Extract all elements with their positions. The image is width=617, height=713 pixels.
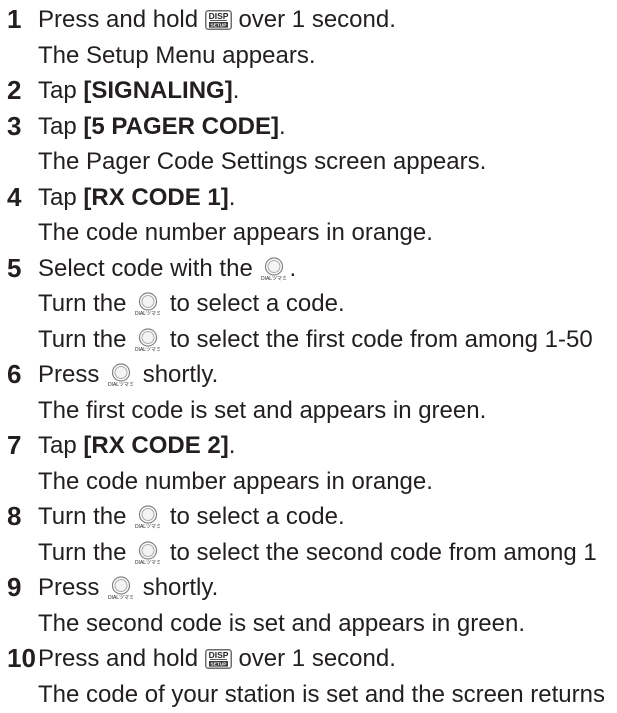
instruction-text: to select a code. — [169, 290, 345, 317]
result-text: The code number appears in orange. — [38, 219, 433, 246]
disp-setup-key-icon: DISP SETUP — [204, 10, 232, 30]
dial-knob-icon: DIALツマミ — [106, 576, 136, 601]
instruction-text: Tap — [38, 77, 77, 104]
result-text: The Pager Code Settings screen appears. — [38, 148, 487, 175]
instruction-text: to select the second code from among 1 — [169, 538, 597, 566]
dial-caption: DIALツマミ — [261, 276, 287, 282]
step-7: 7 Tap [RX CODE 2]. The code number appea… — [0, 428, 617, 499]
result-text: The first code is set and appears in gre… — [38, 396, 487, 424]
menu-item-label: [RX CODE 1] — [83, 183, 229, 211]
disp-setup-key-icon: DISP SETUP — [204, 649, 232, 669]
step-instruction: Press and hold DISP SETUP over 1 second. — [0, 641, 617, 677]
step-5: 5 Select code with the DIALツマミ. Turn the… — [0, 251, 617, 358]
dial-caption: DIALツマミ — [135, 311, 161, 317]
step-instruction: Tap [RX CODE 1]. — [0, 180, 617, 216]
instruction-page: 1 Press and hold DISP SETUP over 1 second… — [0, 0, 617, 713]
instruction-text: Press and hold — [38, 645, 199, 672]
disp-key-label: DISP — [208, 650, 228, 660]
setup-key-label: SETUP — [210, 662, 227, 668]
instruction-text: . — [232, 77, 240, 104]
step-3: 3 Tap [5 PAGER CODE]. The Pager Code Set… — [0, 109, 617, 180]
menu-item-label: [SIGNALING] — [83, 77, 233, 104]
dial-caption: DIALツマミ — [108, 382, 134, 388]
dial-caption: DIALツマミ — [108, 595, 134, 601]
instruction-text: Tap — [38, 183, 77, 211]
dial-knob-icon: DIALツマミ — [133, 505, 163, 530]
menu-item-label: [5 PAGER CODE] — [83, 112, 279, 140]
menu-item-label: [RX CODE 2] — [83, 432, 229, 459]
instruction-text: Turn the — [38, 503, 127, 530]
instruction-text: Turn the — [38, 538, 127, 566]
instruction-text: Select code with the — [38, 254, 253, 282]
instruction-text: . — [228, 432, 236, 459]
step-result: The first code is set and appears in gre… — [0, 393, 617, 429]
step-instruction: Select code with the DIALツマミ. — [0, 251, 617, 287]
instruction-text: shortly. — [142, 361, 219, 388]
step-instruction: Turn the DIALツマミ to select a code. — [0, 286, 617, 322]
dial-caption: DIALツマミ — [135, 560, 161, 566]
step-instruction: Press and hold DISP SETUP over 1 second. — [0, 2, 617, 38]
instruction-text: Press — [38, 361, 100, 388]
step-result: The Pager Code Settings screen appears. — [0, 144, 617, 180]
instruction-text: shortly. — [142, 574, 219, 601]
step-instruction: Tap [RX CODE 2]. — [0, 428, 617, 464]
step-instruction: Turn the DIALツマミ to select a code. — [0, 499, 617, 535]
result-text: The second code is set and appears in gr… — [38, 609, 525, 637]
step-instruction: Turn the DIALツマミ to select the second co… — [0, 535, 617, 571]
step-result: The code number appears in orange. — [0, 464, 617, 500]
dial-knob-icon: DIALツマミ — [106, 363, 136, 388]
result-text: The Setup Menu appears. — [38, 41, 316, 69]
dial-knob-icon: DIALツマミ — [259, 256, 289, 282]
step-result: The code of your station is set and the … — [0, 677, 617, 713]
step-instruction: Press DIALツマミ shortly. — [0, 357, 617, 393]
step-4: 4 Tap [RX CODE 1]. The code number appea… — [0, 180, 617, 251]
dial-knob-icon: DIALツマミ — [133, 540, 163, 566]
dial-knob-icon: DIALツマミ — [133, 292, 163, 317]
instruction-text: . — [228, 183, 236, 211]
dial-caption: DIALツマミ — [135, 347, 161, 353]
setup-key-label: SETUP — [210, 23, 227, 29]
step-result: The code number appears in orange. — [0, 215, 617, 251]
step-9: 9 Press DIALツマミ shortly. The second code… — [0, 570, 617, 641]
instruction-text: Press — [38, 574, 100, 601]
step-instruction: Tap [SIGNALING]. — [0, 73, 617, 109]
step-instruction: Turn the DIALツマミ to select the first cod… — [0, 322, 617, 358]
step-instruction: Press DIALツマミ shortly. — [0, 570, 617, 606]
dial-knob-icon: DIALツマミ — [133, 327, 163, 353]
step-8: 8 Turn the DIALツマミ to select a code. Tur… — [0, 499, 617, 570]
dial-caption: DIALツマミ — [135, 524, 161, 530]
instruction-text: . — [289, 254, 297, 282]
instruction-text: over 1 second. — [238, 6, 396, 33]
result-text: The code of your station is set and the … — [38, 680, 605, 708]
step-6: 6 Press DIALツマミ shortly. The first code … — [0, 357, 617, 428]
instruction-text: to select a code. — [169, 503, 345, 530]
instruction-text: Press and hold — [38, 6, 199, 33]
instruction-text: to select the first code from among 1-50 — [169, 325, 593, 353]
step-10: 10 Press and hold DISP SETUP over 1 secon… — [0, 641, 617, 712]
instruction-text: . — [278, 112, 286, 140]
step-instruction: Tap [5 PAGER CODE]. — [0, 109, 617, 145]
step-1: 1 Press and hold DISP SETUP over 1 second… — [0, 2, 617, 73]
step-result: The Setup Menu appears. — [0, 38, 617, 74]
instruction-text: Tap — [38, 432, 77, 459]
step-2: 2 Tap [SIGNALING]. — [0, 73, 617, 109]
step-result: The second code is set and appears in gr… — [0, 606, 617, 642]
instruction-text: Turn the — [38, 290, 127, 317]
result-text: The code number appears in orange. — [38, 467, 433, 495]
instruction-text: Tap — [38, 112, 77, 140]
instruction-text: Turn the — [38, 325, 127, 353]
disp-key-label: DISP — [208, 11, 228, 21]
instruction-text: over 1 second. — [238, 645, 396, 672]
